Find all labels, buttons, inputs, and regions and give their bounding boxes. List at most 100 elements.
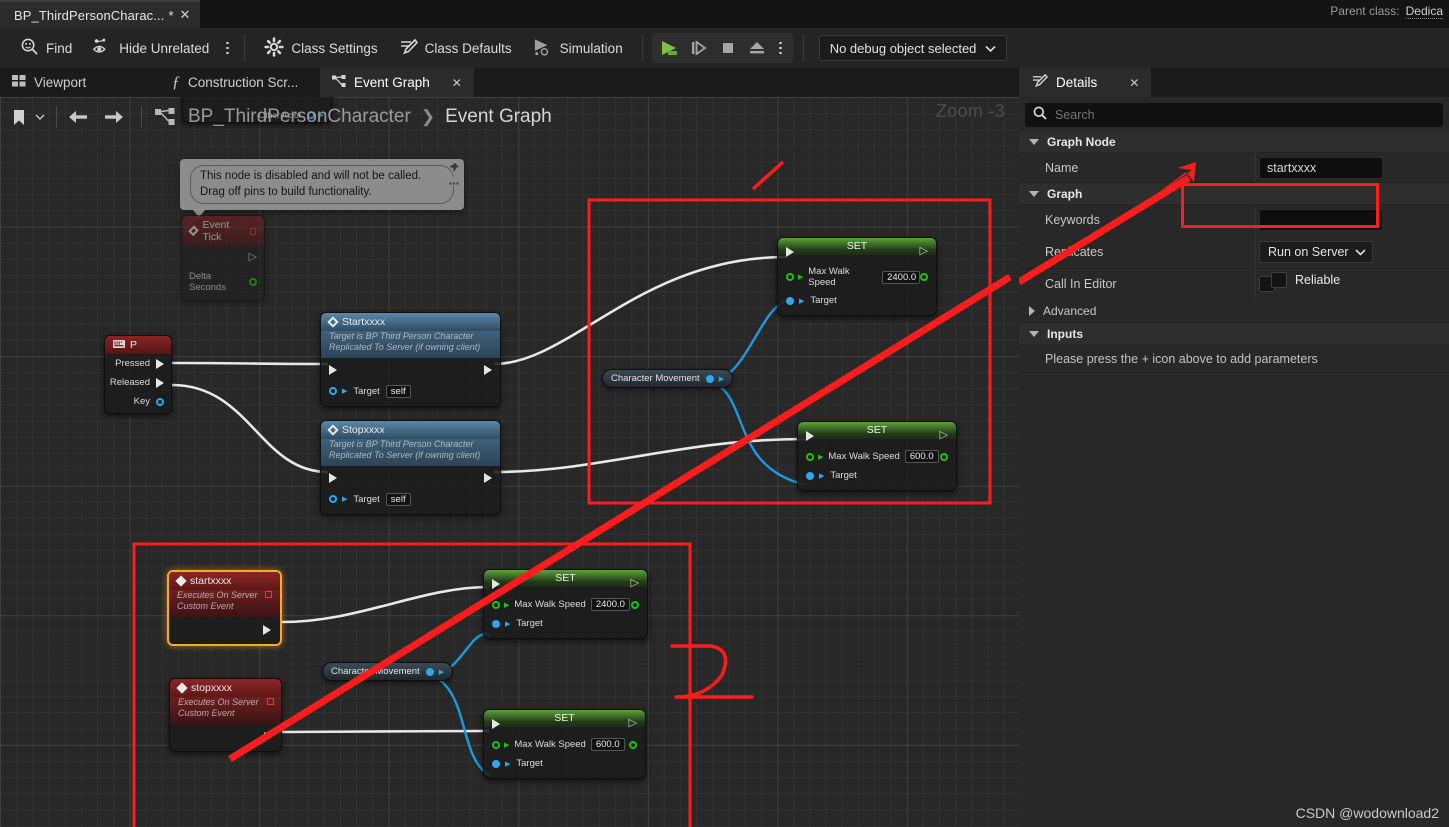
node-custom-event-startxxxx[interactable]: startxxxx Executes On Server Custom Even… [167,570,282,646]
return-value-pin-icon[interactable] [629,740,637,749]
play-button[interactable] [657,35,684,61]
bookmark-icon[interactable] [6,104,32,130]
bookmark-dropdown-icon[interactable] [32,104,48,130]
max-walk-speed-pin-icon[interactable] [492,600,500,609]
exec-output-pin-icon[interactable]: ▷ [920,246,928,257]
tab-construction-script[interactable]: ƒ Construction Scr... [160,68,310,97]
replicates-dropdown[interactable]: Run on Server [1259,240,1373,263]
exec-output-pin-icon[interactable] [484,364,492,375]
node-key-event-p[interactable]: P Pressed Released Key [104,335,172,414]
stop-button[interactable] [715,35,742,61]
node-event-tick[interactable]: Event Tick ▷ Delta Seconds [181,215,265,301]
max-walk-speed-value-field[interactable]: 600.0 [590,738,625,751]
return-value-pin-icon[interactable] [631,600,639,609]
parent-class-link[interactable]: Dedica [1405,4,1443,19]
hide-unrelated-button[interactable]: Hide Unrelated [82,33,219,63]
key-pin-icon[interactable] [156,397,164,406]
exec-output-pin-icon[interactable]: ▷ [629,718,637,729]
max-walk-speed-pin-icon[interactable] [492,740,500,749]
details-search-box[interactable] [1025,103,1443,127]
event-graph-canvas[interactable]: Other Actor ▶ This node is disabled and … [0,97,1019,827]
keywords-field[interactable] [1259,208,1383,231]
max-walk-speed-value-field[interactable]: 2400.0 [882,270,921,284]
max-walk-speed-value-field[interactable]: 2400.0 [590,598,630,611]
node-custom-event-stopxxxx[interactable]: stopxxxx Executes On Server Custom Event [169,678,282,752]
column-divider [1255,205,1256,234]
target-pin-icon[interactable] [492,619,500,628]
step-button[interactable] [686,35,713,61]
find-button[interactable]: Find [10,33,82,63]
section-header-advanced[interactable]: Advanced [1019,299,1449,323]
max-walk-speed-value-field[interactable]: 600.0 [904,450,939,463]
exec-input-pin-icon[interactable] [492,718,500,729]
node-call-startxxxx[interactable]: Startxxxx Target is BP Third Person Char… [320,312,501,407]
document-tab-bp-thirdpersoncharacter[interactable]: BP_ThirdPersonCharac... * ✕ [0,0,201,28]
pressed-exec-pin-icon[interactable] [156,358,164,369]
close-icon[interactable]: ✕ [180,7,191,23]
node-variable-character-movement-top[interactable]: Character Movement ▶ [602,369,734,388]
eject-button[interactable] [744,35,771,61]
node-variable-character-movement-bottom[interactable]: Character Movement ▶ [322,662,454,681]
reliable-checkbox[interactable] [1271,272,1287,288]
target-value-field[interactable]: self [385,384,411,398]
close-icon[interactable]: ✕ [452,76,462,90]
target-pin-icon[interactable] [329,387,337,395]
exec-output-pin-icon[interactable] [484,472,492,483]
name-field[interactable]: startxxxx [1259,156,1383,179]
exec-output-pin-icon[interactable]: ▷ [940,430,948,441]
exec-input-pin-icon[interactable] [492,578,500,589]
variable-output-pin-icon[interactable] [425,667,434,676]
reliable-option[interactable]: Reliable [1271,272,1340,288]
exec-output-pin-icon[interactable] [264,731,272,742]
target-pin-icon[interactable] [492,759,500,768]
target-pin-icon[interactable] [329,495,337,503]
class-settings-button[interactable]: Class Settings [254,33,387,63]
close-icon[interactable]: ✕ [1129,76,1139,90]
section-header-graph[interactable]: Graph [1019,183,1449,205]
search-input[interactable] [1055,108,1435,122]
node-set-max-walk-speed-1[interactable]: SET ▷ ▶ Max Walk Speed 2400.0 ▶ Target [777,237,937,316]
target-value-field[interactable]: self [385,492,411,506]
exec-output-pin-icon[interactable]: ▷ [631,578,639,589]
partial-node-top[interactable]: Other Actor ▶ [182,97,332,123]
section-header-inputs[interactable]: Inputs [1019,323,1449,345]
exec-output-pin-icon[interactable] [263,624,271,635]
exec-input-pin-icon[interactable] [786,246,794,257]
tab-details[interactable]: Details ✕ [1019,68,1152,97]
forward-button[interactable] [101,104,127,130]
node-set-max-walk-speed-3[interactable]: SET ▷ ▶ Max Walk Speed 2400.0 ▶ Target [483,569,648,639]
max-walk-speed-pin-icon[interactable] [786,273,794,281]
target-pin-icon[interactable] [806,471,814,480]
max-walk-speed-pin-icon[interactable] [806,452,814,461]
tab-event-graph[interactable]: Event Graph ✕ [320,68,474,97]
simulation-button[interactable]: Simulation [522,33,633,63]
variable-output-pin-icon[interactable] [705,374,714,383]
delta-seconds-pin-icon[interactable] [249,278,257,286]
exec-output-pin-icon[interactable]: ▷ [249,252,257,263]
play-options-button[interactable] [773,35,789,61]
debug-object-dropdown[interactable]: No debug object selected [818,35,1008,61]
simulation-label: Simulation [559,40,623,56]
node-set-max-walk-speed-2[interactable]: SET ▷ ▶ Max Walk Speed 600.0 ▶ Target [797,421,957,491]
watermark: CSDN @wodownload2 [1295,805,1439,821]
comment-text-wrap: This node is disabled and will not be ca… [190,165,454,205]
variable-label: Character Movement [331,666,420,677]
comment-options-icon[interactable] [448,176,460,192]
other-actor-pin-icon[interactable] [306,111,315,119]
node-set-max-walk-speed-4[interactable]: SET ▷ ▶ Max Walk Speed 600.0 ▶ Target [483,709,646,779]
return-value-pin-icon[interactable] [940,452,948,461]
node-call-stopxxxx[interactable]: Stopxxxx Target is BP Third Person Chara… [320,420,501,515]
hide-unrelated-options-button[interactable] [219,35,235,61]
return-value-pin-icon[interactable] [920,273,928,281]
pin-label-max-walk-speed: Max Walk Speed [514,599,586,610]
section-header-graph-node[interactable]: Graph Node [1019,131,1449,153]
released-exec-pin-icon[interactable] [156,377,164,388]
exec-input-pin-icon[interactable] [329,364,337,375]
graph-icon [332,74,346,91]
class-defaults-button[interactable]: Class Defaults [388,33,522,63]
exec-input-pin-icon[interactable] [329,472,337,483]
exec-input-pin-icon[interactable] [806,430,814,441]
back-button[interactable] [65,104,91,130]
target-pin-icon[interactable] [786,296,794,305]
tab-viewport[interactable]: Viewport [0,68,98,97]
